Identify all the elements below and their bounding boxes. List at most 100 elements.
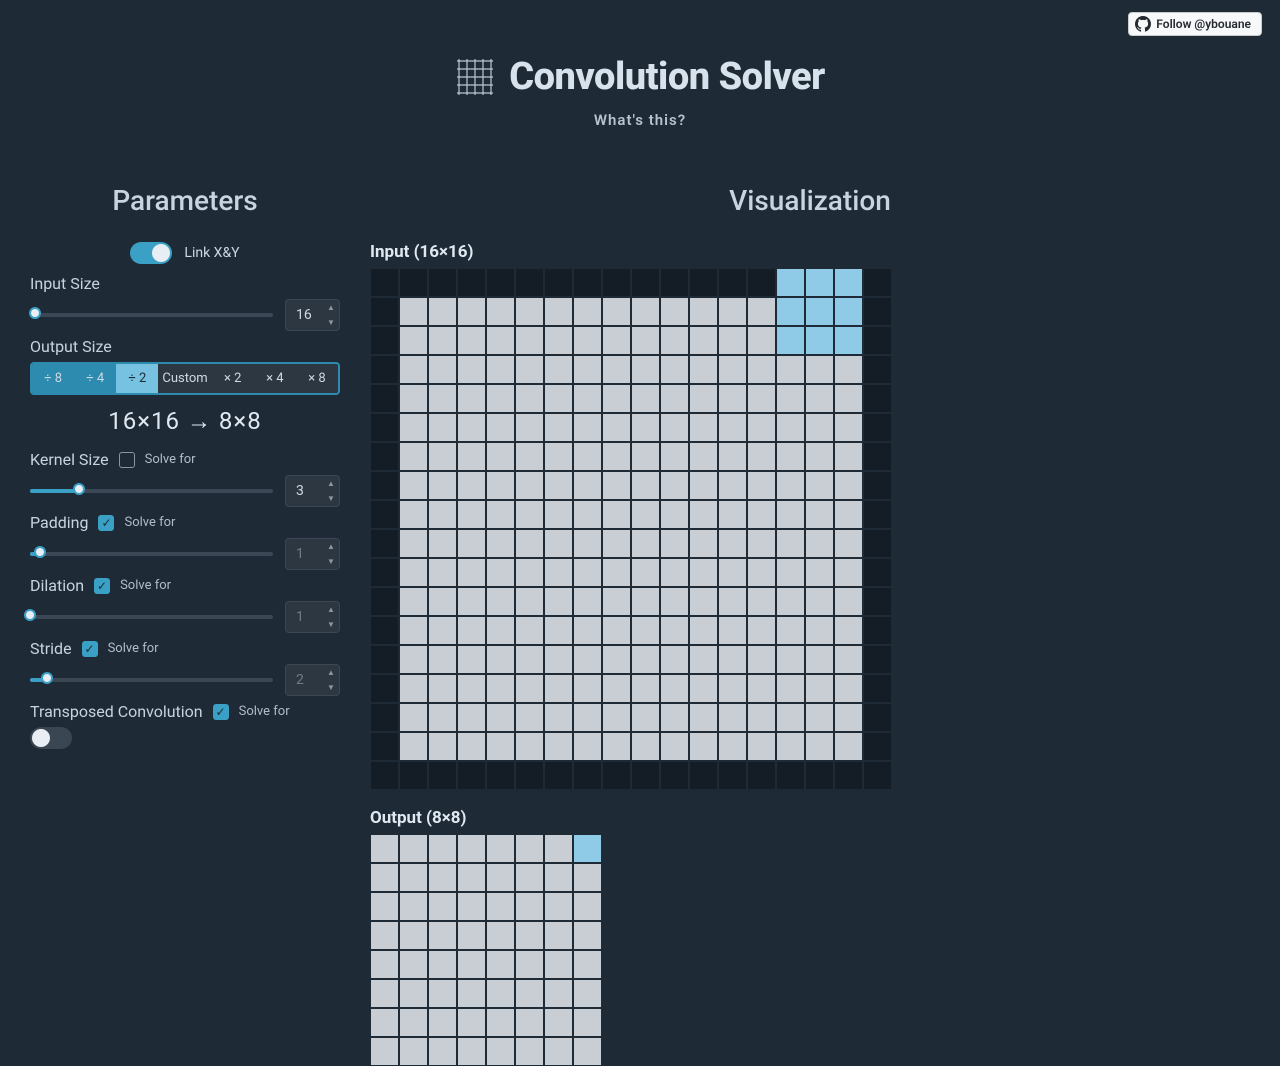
output-cell (486, 979, 515, 1008)
input-cell (689, 645, 718, 674)
input-cell (747, 500, 776, 529)
output-size-option[interactable]: ÷ 2 (116, 364, 158, 393)
output-cell (457, 834, 486, 863)
output-cell (399, 950, 428, 979)
input-cell (747, 674, 776, 703)
input-cell (776, 732, 805, 761)
input-cell (834, 529, 863, 558)
input-cell (631, 558, 660, 587)
stride-input[interactable]: 2 ▲▼ (285, 664, 340, 696)
input-size-input[interactable]: 16 ▲▼ (285, 299, 340, 331)
kernel-size-slider[interactable] (30, 489, 273, 493)
chevron-up-icon[interactable]: ▲ (323, 476, 339, 491)
dilation-solve-checkbox[interactable]: ✓ (94, 578, 110, 594)
padding-cell (370, 471, 399, 500)
output-cell (573, 921, 602, 950)
kernel-solve-checkbox[interactable] (119, 452, 135, 468)
input-cell (573, 616, 602, 645)
input-cell (457, 645, 486, 674)
output-size-option[interactable]: ÷ 4 (74, 364, 116, 393)
padding-cell (863, 471, 892, 500)
input-cell (602, 442, 631, 471)
padding-cell (863, 326, 892, 355)
output-size-option[interactable]: Custom (158, 364, 211, 393)
chevron-down-icon[interactable]: ▼ (323, 680, 339, 695)
padding-cell (747, 761, 776, 790)
input-cell (718, 587, 747, 616)
output-cell (544, 979, 573, 1008)
padding-input[interactable]: 1 ▲▼ (285, 538, 340, 570)
output-cell (457, 979, 486, 1008)
output-cell (457, 1008, 486, 1037)
input-cell (805, 355, 834, 384)
github-follow-label: Follow @ybouane (1156, 17, 1251, 31)
input-cell (428, 529, 457, 558)
input-cell (428, 442, 457, 471)
input-cell (486, 471, 515, 500)
chevron-up-icon[interactable]: ▲ (323, 539, 339, 554)
output-cell (428, 1037, 457, 1066)
padding-cell (776, 761, 805, 790)
chevron-down-icon[interactable]: ▼ (323, 617, 339, 632)
input-cell (834, 442, 863, 471)
input-cell (689, 616, 718, 645)
output-size-option[interactable]: × 4 (254, 364, 296, 393)
input-cell (428, 587, 457, 616)
output-cell (428, 834, 457, 863)
input-cell (689, 326, 718, 355)
input-cell (602, 732, 631, 761)
input-cell (776, 558, 805, 587)
input-cell (718, 529, 747, 558)
padding-solve-checkbox[interactable]: ✓ (98, 515, 114, 531)
kernel-cell (834, 326, 863, 355)
padding-slider[interactable] (30, 552, 273, 556)
output-cell (428, 921, 457, 950)
input-cell (631, 674, 660, 703)
input-cell (660, 674, 689, 703)
input-cell (457, 500, 486, 529)
input-cell (689, 500, 718, 529)
padding-cell (370, 558, 399, 587)
transposed-solve-checkbox[interactable]: ✓ (213, 704, 229, 720)
padding-cell (863, 500, 892, 529)
chevron-up-icon[interactable]: ▲ (323, 602, 339, 617)
chevron-down-icon[interactable]: ▼ (323, 491, 339, 506)
dilation-slider[interactable] (30, 615, 273, 619)
output-size-option[interactable]: × 2 (212, 364, 254, 393)
chevron-up-icon[interactable]: ▲ (323, 300, 339, 315)
input-cell (544, 326, 573, 355)
input-cell (747, 558, 776, 587)
padding-cell (370, 297, 399, 326)
github-follow-button[interactable]: Follow @ybouane (1128, 12, 1262, 36)
input-cell (428, 732, 457, 761)
input-cell (718, 500, 747, 529)
stride-slider[interactable] (30, 678, 273, 682)
input-cell (399, 616, 428, 645)
input-cell (399, 384, 428, 413)
whats-this-link[interactable]: What's this? (0, 111, 1280, 129)
chevron-down-icon[interactable]: ▼ (323, 315, 339, 330)
padding-cell (660, 761, 689, 790)
input-cell (486, 587, 515, 616)
output-size-option[interactable]: ÷ 8 (32, 364, 74, 393)
input-cell (428, 384, 457, 413)
chevron-up-icon[interactable]: ▲ (323, 665, 339, 680)
visualization-heading: Visualization (370, 184, 1250, 217)
input-cell (747, 442, 776, 471)
output-cell (370, 979, 399, 1008)
kernel-size-input[interactable]: 3 ▲▼ (285, 475, 340, 507)
padding-cell (515, 268, 544, 297)
input-size-slider[interactable] (30, 313, 273, 317)
output-size-option[interactable]: × 8 (296, 364, 338, 393)
output-cell (573, 979, 602, 1008)
dilation-input[interactable]: 1 ▲▼ (285, 601, 340, 633)
input-cell (602, 326, 631, 355)
stride-solve-checkbox[interactable]: ✓ (82, 641, 98, 657)
input-cell (776, 587, 805, 616)
chevron-down-icon[interactable]: ▼ (323, 554, 339, 569)
transposed-toggle[interactable] (30, 727, 72, 749)
link-xy-toggle[interactable] (130, 242, 172, 264)
output-grid (370, 834, 602, 1066)
input-cell (834, 500, 863, 529)
output-cell (399, 1008, 428, 1037)
